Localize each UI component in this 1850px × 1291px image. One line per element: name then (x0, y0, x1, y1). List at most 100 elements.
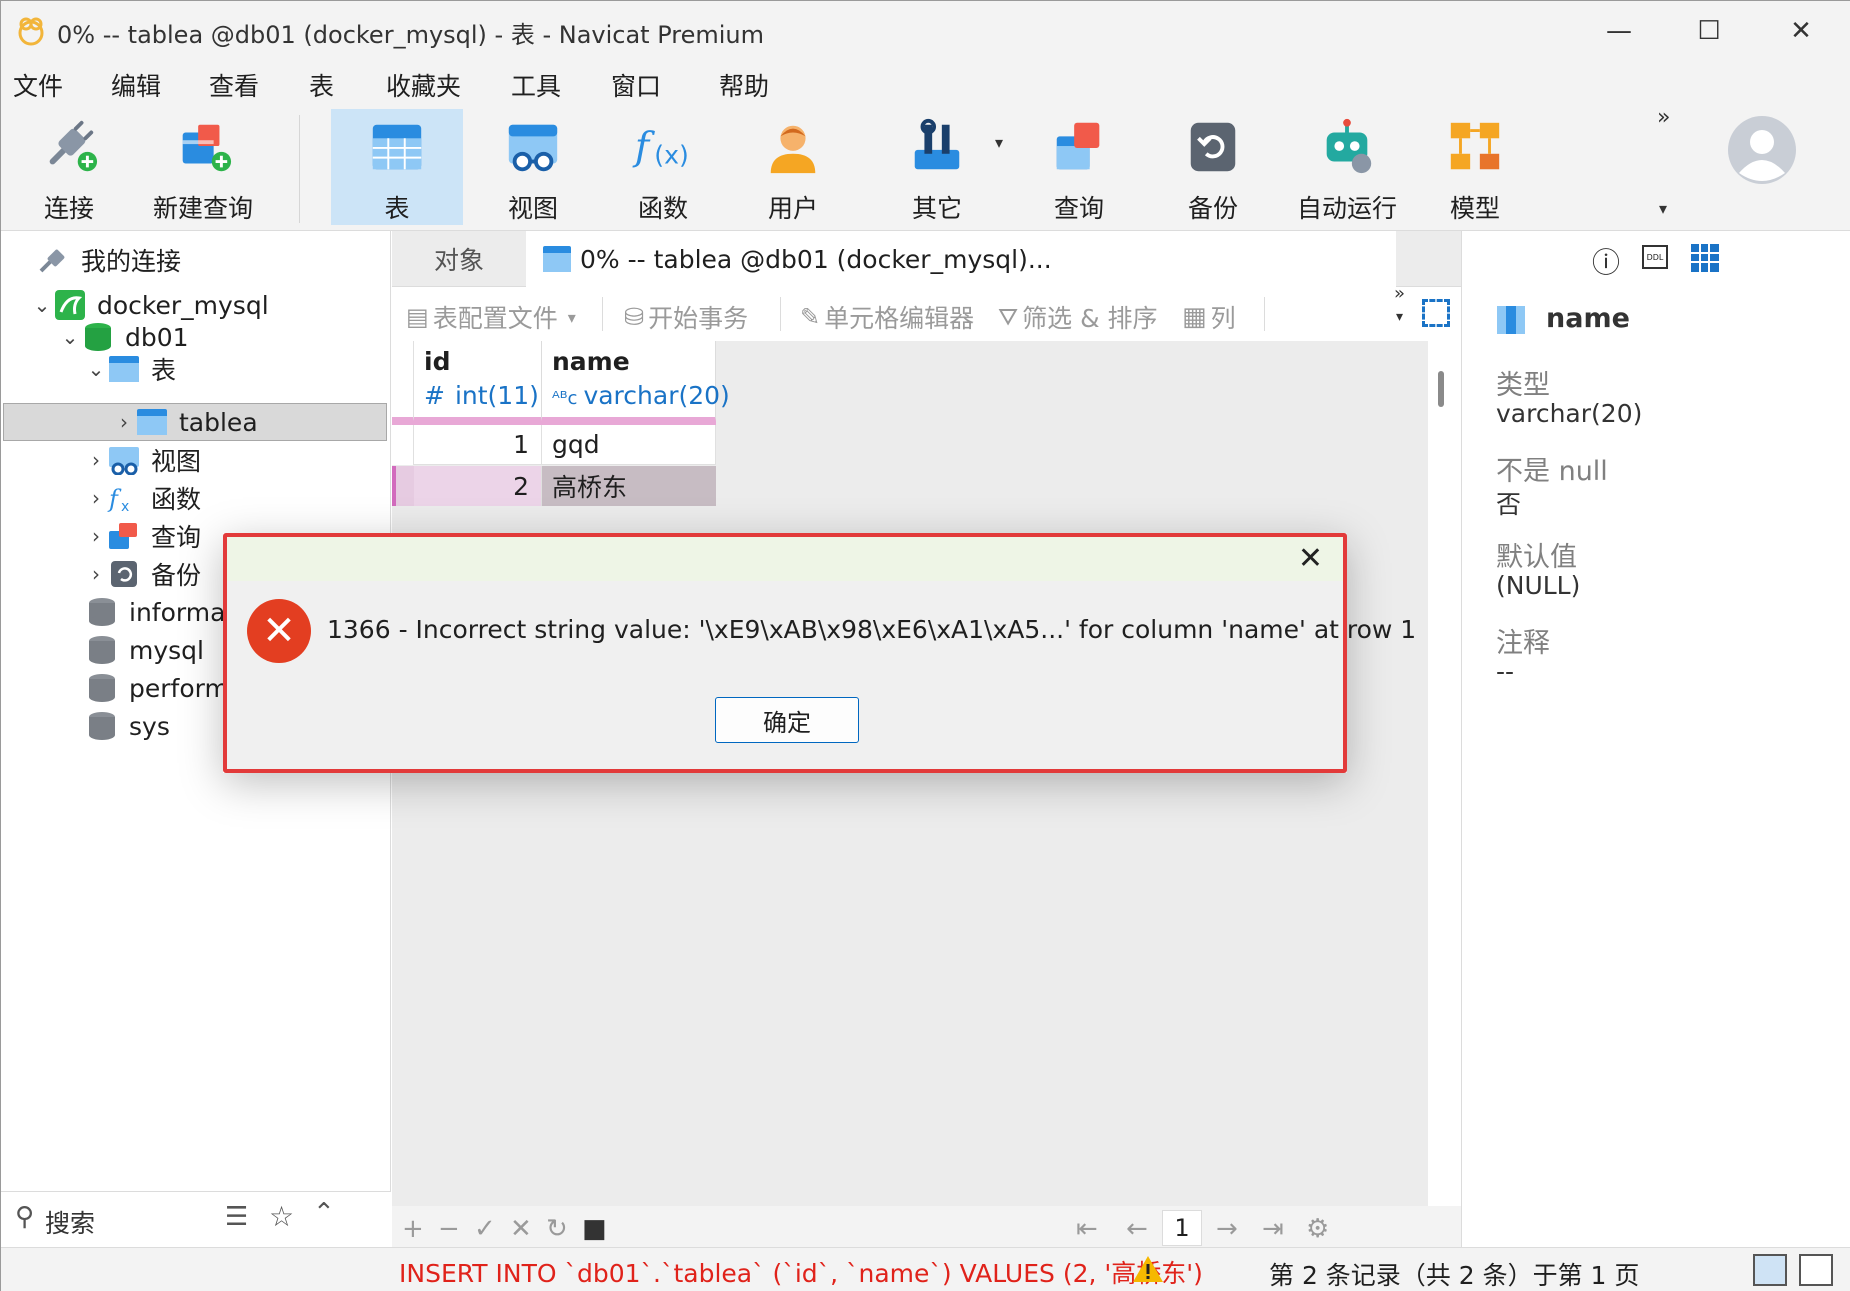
data-grid: id # int(11) name ᴬᴮc varchar(20) 1 gqd 2 … (392, 341, 1428, 1206)
columns-button[interactable]: ▦ 列 (1182, 299, 1236, 335)
others-dropdown-icon[interactable]: ▾ (995, 133, 1003, 152)
backup-button[interactable]: 备份 (1167, 109, 1259, 225)
page-number-input[interactable]: 1 (1162, 1210, 1202, 1246)
maximize-button[interactable]: ☐ (1679, 11, 1739, 51)
query-button[interactable]: 查询 (1033, 109, 1125, 225)
query-icon (109, 523, 137, 549)
tab-objects[interactable]: 对象 (392, 231, 526, 287)
ddl-icon[interactable]: DDL (1642, 245, 1668, 269)
view-button[interactable]: 视图 (487, 109, 579, 225)
menu-file[interactable]: 文件 (13, 67, 63, 103)
row-header-selected[interactable] (392, 466, 414, 506)
details-panel: ⓘ DDL name 类型 varchar(20) 不是 null 否 默认值 … (1461, 231, 1850, 1247)
menu-window[interactable]: 窗口 (611, 67, 661, 103)
star-icon[interactable]: ☆ (269, 1200, 294, 1233)
new-query-button[interactable]: 新建查询 (147, 109, 259, 225)
first-page-icon[interactable]: ⇤ (1076, 1214, 1098, 1244)
tree-item-sys[interactable]: sys (85, 707, 170, 745)
filter-sort-button[interactable]: ⛛ 筛选 & 排序 (998, 299, 1158, 335)
row-header[interactable] (392, 425, 414, 465)
right-panel-toggle-icon[interactable] (1799, 1254, 1833, 1286)
model-button[interactable]: 模型 (1429, 109, 1521, 225)
tree-item-information-schema[interactable]: informat (85, 593, 235, 631)
table-icon (137, 409, 167, 435)
minimize-button[interactable]: — (1589, 11, 1649, 51)
table-cell[interactable]: 1 (414, 425, 542, 465)
add-record-icon[interactable]: + (402, 1214, 424, 1244)
chevron-right-icon[interactable]: › (85, 486, 107, 510)
next-page-icon[interactable]: → (1216, 1214, 1238, 1244)
cell-editor-button[interactable]: ✎ 单元格编辑器 (800, 299, 974, 335)
begin-transaction-button[interactable]: ⛁ 开始事务 (624, 299, 748, 335)
columns-icon: ▦ (1182, 302, 1207, 332)
delete-record-icon[interactable]: − (438, 1214, 460, 1244)
settings-icon[interactable]: ⚙ (1306, 1214, 1329, 1244)
left-panel-toggle-icon[interactable] (1753, 1254, 1787, 1286)
last-page-icon[interactable]: ⇥ (1262, 1214, 1284, 1244)
refresh-icon[interactable]: ↻ (546, 1214, 568, 1244)
column-header-name[interactable]: name ᴬᴮc varchar(20) (542, 341, 730, 421)
tree-item-performance-schema[interactable]: perform (85, 669, 229, 707)
table-button[interactable]: 表 (331, 109, 463, 225)
chevron-right-icon[interactable]: › (113, 410, 135, 434)
close-button[interactable]: ✕ (1771, 11, 1831, 51)
prev-page-icon[interactable]: ← (1126, 1214, 1148, 1244)
warning-icon[interactable] (1131, 1254, 1165, 1284)
dialog-close-button[interactable]: ✕ (1298, 541, 1323, 576)
new-query-label: 新建查询 (152, 194, 253, 223)
column-header-id[interactable]: id # int(11) (414, 341, 542, 421)
chevron-down-icon[interactable]: ⌄ (31, 293, 53, 317)
fullscreen-icon[interactable] (1422, 299, 1450, 327)
table-cell[interactable]: 2 (414, 466, 542, 506)
toolbar-more-button[interactable]: » (1657, 105, 1670, 130)
menu-view[interactable]: 查看 (209, 67, 259, 103)
toolbar-customize-icon[interactable]: ▾ (1659, 199, 1667, 218)
grid-scrollbar[interactable] (1428, 341, 1461, 1206)
query-label: 查询 (1053, 194, 1104, 223)
menu-table[interactable]: 表 (309, 67, 334, 103)
menu-tools[interactable]: 工具 (511, 67, 561, 103)
chevron-down-icon[interactable]: ⌄ (59, 325, 81, 349)
my-connections-header[interactable]: 我的连接 (37, 241, 181, 279)
table-cell-selected[interactable]: 高桥东 (542, 466, 716, 506)
row-header-corner (392, 341, 414, 421)
menu-favorites[interactable]: 收藏夹 (386, 67, 461, 103)
function-label: 函数 (637, 194, 688, 223)
tree-item-backups[interactable]: › 备份 (85, 555, 201, 593)
search-input[interactable]: 搜索 (45, 1204, 95, 1240)
menu-help[interactable]: 帮助 (719, 67, 769, 103)
tree-item-functions[interactable]: › f x 函数 (85, 479, 201, 517)
tree-item-queries[interactable]: › 查询 (85, 517, 201, 555)
grid-view-icon[interactable] (1690, 243, 1720, 273)
others-button[interactable]: 其它 (891, 109, 983, 225)
chevron-down-icon[interactable]: ⌄ (85, 357, 107, 381)
tree-item-views[interactable]: › 视图 (85, 441, 201, 479)
table-profile-button[interactable]: ▤ 表配置文件 ▾ (406, 299, 576, 335)
info-icon[interactable]: ⓘ (1592, 241, 1620, 281)
tree-item-tablea[interactable]: › tablea (113, 403, 258, 441)
table-cell[interactable]: gqd (542, 425, 716, 465)
tab-tablea[interactable]: 0% -- tablea @db01 (docker_mysql)... (526, 231, 1396, 287)
connect-button[interactable]: 连接 (23, 109, 115, 225)
database-icon (89, 674, 115, 702)
account-avatar[interactable] (1727, 115, 1797, 185)
stop-icon[interactable]: ■ (582, 1214, 607, 1244)
menu-edit[interactable]: 编辑 (111, 67, 161, 103)
chevron-right-icon[interactable]: › (85, 524, 107, 548)
function-button[interactable]: f (x) 函数 (617, 109, 709, 225)
window-title: 0% -- tablea @db01 (docker_mysql) - 表 - … (57, 21, 765, 49)
automation-button[interactable]: 自动运行 (1291, 109, 1403, 225)
apply-changes-icon[interactable]: ✓ (474, 1214, 496, 1244)
chevron-right-icon[interactable]: › (85, 562, 107, 586)
filter-icon[interactable]: ☰ (225, 1202, 248, 1232)
collapse-icon[interactable]: ⌃ (313, 1198, 335, 1228)
ok-button[interactable]: 确定 (715, 697, 859, 743)
chevron-down-icon[interactable]: ▾ (1396, 309, 1403, 325)
tree-item-mysql[interactable]: mysql (85, 631, 204, 669)
chevron-right-icon[interactable]: › (85, 448, 107, 472)
user-button[interactable]: 用户 (747, 109, 839, 225)
discard-changes-icon[interactable]: ✕ (510, 1214, 532, 1244)
more-icon[interactable]: » (1394, 283, 1405, 304)
tree-item-tables[interactable]: ⌄ 表 (85, 350, 176, 388)
scrollbar-thumb[interactable] (1438, 371, 1444, 407)
